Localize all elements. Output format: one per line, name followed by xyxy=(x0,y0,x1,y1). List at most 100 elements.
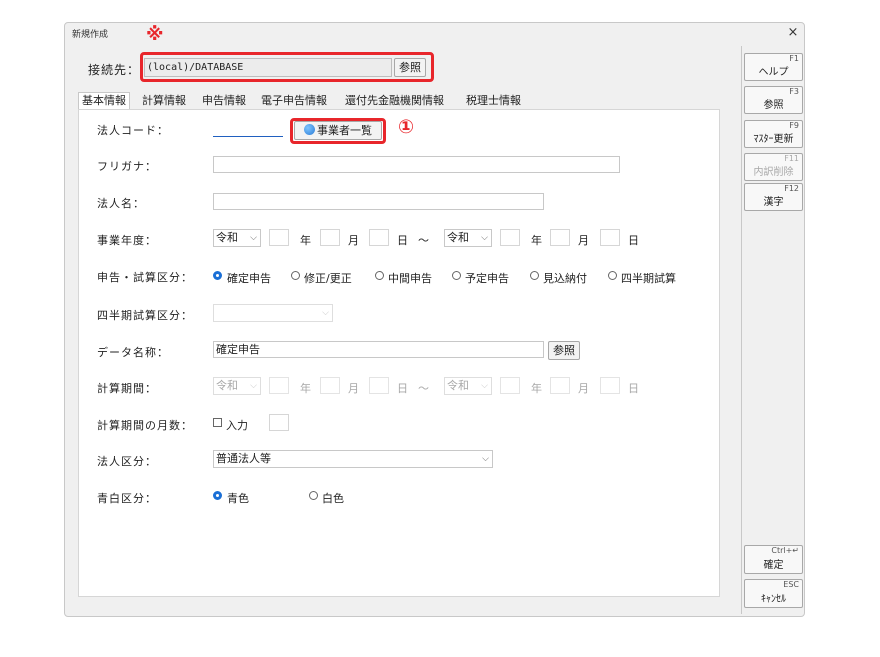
fiscal-year-end-year-input[interactable] xyxy=(500,229,520,246)
fiscal-year-tilde: ～ xyxy=(418,234,430,247)
calc-period-start-year-unit: 年 xyxy=(300,382,312,395)
blue-white-radio-white[interactable] xyxy=(309,491,318,500)
tab-e-filing-info[interactable]: 電子申告情報 xyxy=(261,93,327,109)
tab-filing-info[interactable]: 申告情報 xyxy=(202,93,246,109)
f1-help-button[interactable]: F1 ヘルプ xyxy=(744,53,803,81)
window-title: 新規作成 xyxy=(72,30,109,40)
f12-button-label: 漢字 xyxy=(763,197,784,208)
calc-period-end-month-unit: 月 xyxy=(578,382,590,395)
corp-name-label: 法人名： xyxy=(97,197,145,210)
calc-period-tilde: ～ xyxy=(418,382,430,395)
confirm-button-label: 確定 xyxy=(763,560,784,571)
calc-period-end-day-input[interactable] xyxy=(600,377,620,394)
quarter-type-select[interactable]: ⌵ xyxy=(213,304,333,322)
cancel-button[interactable]: ESC ｷｬﾝｾﾙ xyxy=(744,579,803,608)
fiscal-year-end-month-input[interactable] xyxy=(550,229,570,246)
connection-ref-button[interactable]: 参照 xyxy=(394,58,426,77)
calc-period-label: 計算期間： xyxy=(97,382,157,395)
fiscal-year-start-day-input[interactable] xyxy=(369,229,389,246)
filing-type-radio-quarterly[interactable] xyxy=(608,271,617,280)
fiscal-year-start-month-input[interactable] xyxy=(320,229,340,246)
globe-icon xyxy=(304,124,315,135)
fiscal-year-start-month-unit: 月 xyxy=(348,234,360,247)
confirm-key-label: Ctrl+↵ xyxy=(771,546,799,555)
filing-type-radio-interim[interactable] xyxy=(375,271,384,280)
corp-name-input[interactable] xyxy=(213,193,544,210)
fiscal-year-start-year-unit: 年 xyxy=(300,234,312,247)
filing-type-option-amended: 修正/更正 xyxy=(304,272,352,285)
f9-button-label: ﾏｽﾀｰ更新 xyxy=(753,134,794,145)
fiscal-year-start-era-select[interactable]: 令和 ⌵ xyxy=(213,229,261,247)
tab-refund-bank-info[interactable]: 還付先金融機関情報 xyxy=(345,93,444,109)
blue-white-radio-blue[interactable] xyxy=(213,491,222,500)
tab-basic-info[interactable]: 基本情報 xyxy=(78,92,130,110)
chevron-down-icon: ⌵ xyxy=(322,308,329,318)
filing-type-option-quarterly: 四半期試算 xyxy=(621,272,676,285)
f12-kanji-button[interactable]: F12 漢字 xyxy=(744,183,803,211)
filing-type-label: 申告・試算区分： xyxy=(97,271,193,284)
filing-type-radio-amended[interactable] xyxy=(291,271,300,280)
fiscal-year-start-year-input[interactable] xyxy=(269,229,289,246)
calc-period-start-day-input[interactable] xyxy=(369,377,389,394)
corp-class-value: 普通法人等 xyxy=(216,452,271,465)
furigana-label: フリガナ： xyxy=(97,160,157,173)
data-name-input[interactable]: 確定申告 xyxy=(213,341,544,358)
corp-code-label: 法人コード： xyxy=(97,124,169,137)
calc-period-end-era-select[interactable]: 令和 ⌵ xyxy=(444,377,492,395)
corp-code-input[interactable] xyxy=(213,120,283,137)
calc-period-end-year-input[interactable] xyxy=(500,377,520,394)
calc-period-start-year-input[interactable] xyxy=(269,377,289,394)
calc-period-start-month-input[interactable] xyxy=(320,377,340,394)
quarter-type-label: 四半期試算区分： xyxy=(97,309,193,322)
f11-key-label: F11 xyxy=(784,154,799,163)
calc-period-start-era-select[interactable]: 令和 ⌵ xyxy=(213,377,261,395)
filing-type-radio-scheduled[interactable] xyxy=(452,271,461,280)
f9-key-label: F9 xyxy=(789,121,799,130)
fiscal-year-label: 事業年度： xyxy=(97,234,157,247)
f11-delete-detail-button[interactable]: F11 内訳削除 xyxy=(744,153,803,181)
calc-period-end-year-unit: 年 xyxy=(531,382,543,395)
fiscal-year-end-era-select[interactable]: 令和 ⌵ xyxy=(444,229,492,247)
chevron-down-icon: ⌵ xyxy=(250,381,257,391)
filing-type-option-final: 確定申告 xyxy=(227,272,271,285)
annotation-step-1: ① xyxy=(398,116,415,138)
fiscal-year-end-day-unit: 日 xyxy=(628,234,640,247)
calc-months-checkbox[interactable] xyxy=(213,418,222,427)
f9-master-update-button[interactable]: F9 ﾏｽﾀｰ更新 xyxy=(744,120,803,148)
calc-period-end-era-value: 令和 xyxy=(447,379,469,392)
chevron-down-icon: ⌵ xyxy=(481,381,488,391)
furigana-input[interactable] xyxy=(213,156,620,173)
calc-months-input[interactable] xyxy=(269,414,289,431)
calc-period-end-month-input[interactable] xyxy=(550,377,570,394)
cancel-button-label: ｷｬﾝｾﾙ xyxy=(761,594,786,605)
filing-type-option-estimated: 見込納付 xyxy=(543,272,587,285)
corp-class-select[interactable]: 普通法人等 ⌵ xyxy=(213,450,493,468)
blue-white-option-white: 白色 xyxy=(322,492,344,505)
chevron-down-icon: ⌵ xyxy=(482,454,489,464)
chevron-down-icon: ⌵ xyxy=(481,233,488,243)
fiscal-year-end-month-unit: 月 xyxy=(578,234,590,247)
annotation-kome-mark: ※ xyxy=(146,24,164,45)
calc-period-start-day-unit: 日 xyxy=(397,382,409,395)
calc-months-checkbox-label: 入力 xyxy=(226,419,248,432)
connection-label: 接続先： xyxy=(88,63,141,77)
f3-button-label: 参照 xyxy=(763,100,784,111)
filing-type-radio-estimated[interactable] xyxy=(530,271,539,280)
chevron-down-icon: ⌵ xyxy=(250,233,257,243)
corp-class-label: 法人区分： xyxy=(97,455,157,468)
confirm-button[interactable]: Ctrl+↵ 確定 xyxy=(744,545,803,574)
f12-key-label: F12 xyxy=(784,184,799,193)
business-list-button[interactable]: 事業者一覧 xyxy=(294,121,382,140)
calc-period-start-month-unit: 月 xyxy=(348,382,360,395)
fiscal-year-end-era-value: 令和 xyxy=(447,231,469,244)
f1-key-label: F1 xyxy=(789,54,799,63)
calc-period-end-day-unit: 日 xyxy=(628,382,640,395)
tab-tax-accountant-info[interactable]: 税理士情報 xyxy=(466,93,521,109)
filing-type-radio-final[interactable] xyxy=(213,271,222,280)
data-name-label: データ名称： xyxy=(97,346,169,359)
f3-ref-button[interactable]: F3 参照 xyxy=(744,86,803,114)
close-icon[interactable]: × xyxy=(785,25,801,41)
fiscal-year-end-day-input[interactable] xyxy=(600,229,620,246)
tab-calc-info[interactable]: 計算情報 xyxy=(142,93,186,109)
data-name-ref-button[interactable]: 参照 xyxy=(548,341,580,360)
